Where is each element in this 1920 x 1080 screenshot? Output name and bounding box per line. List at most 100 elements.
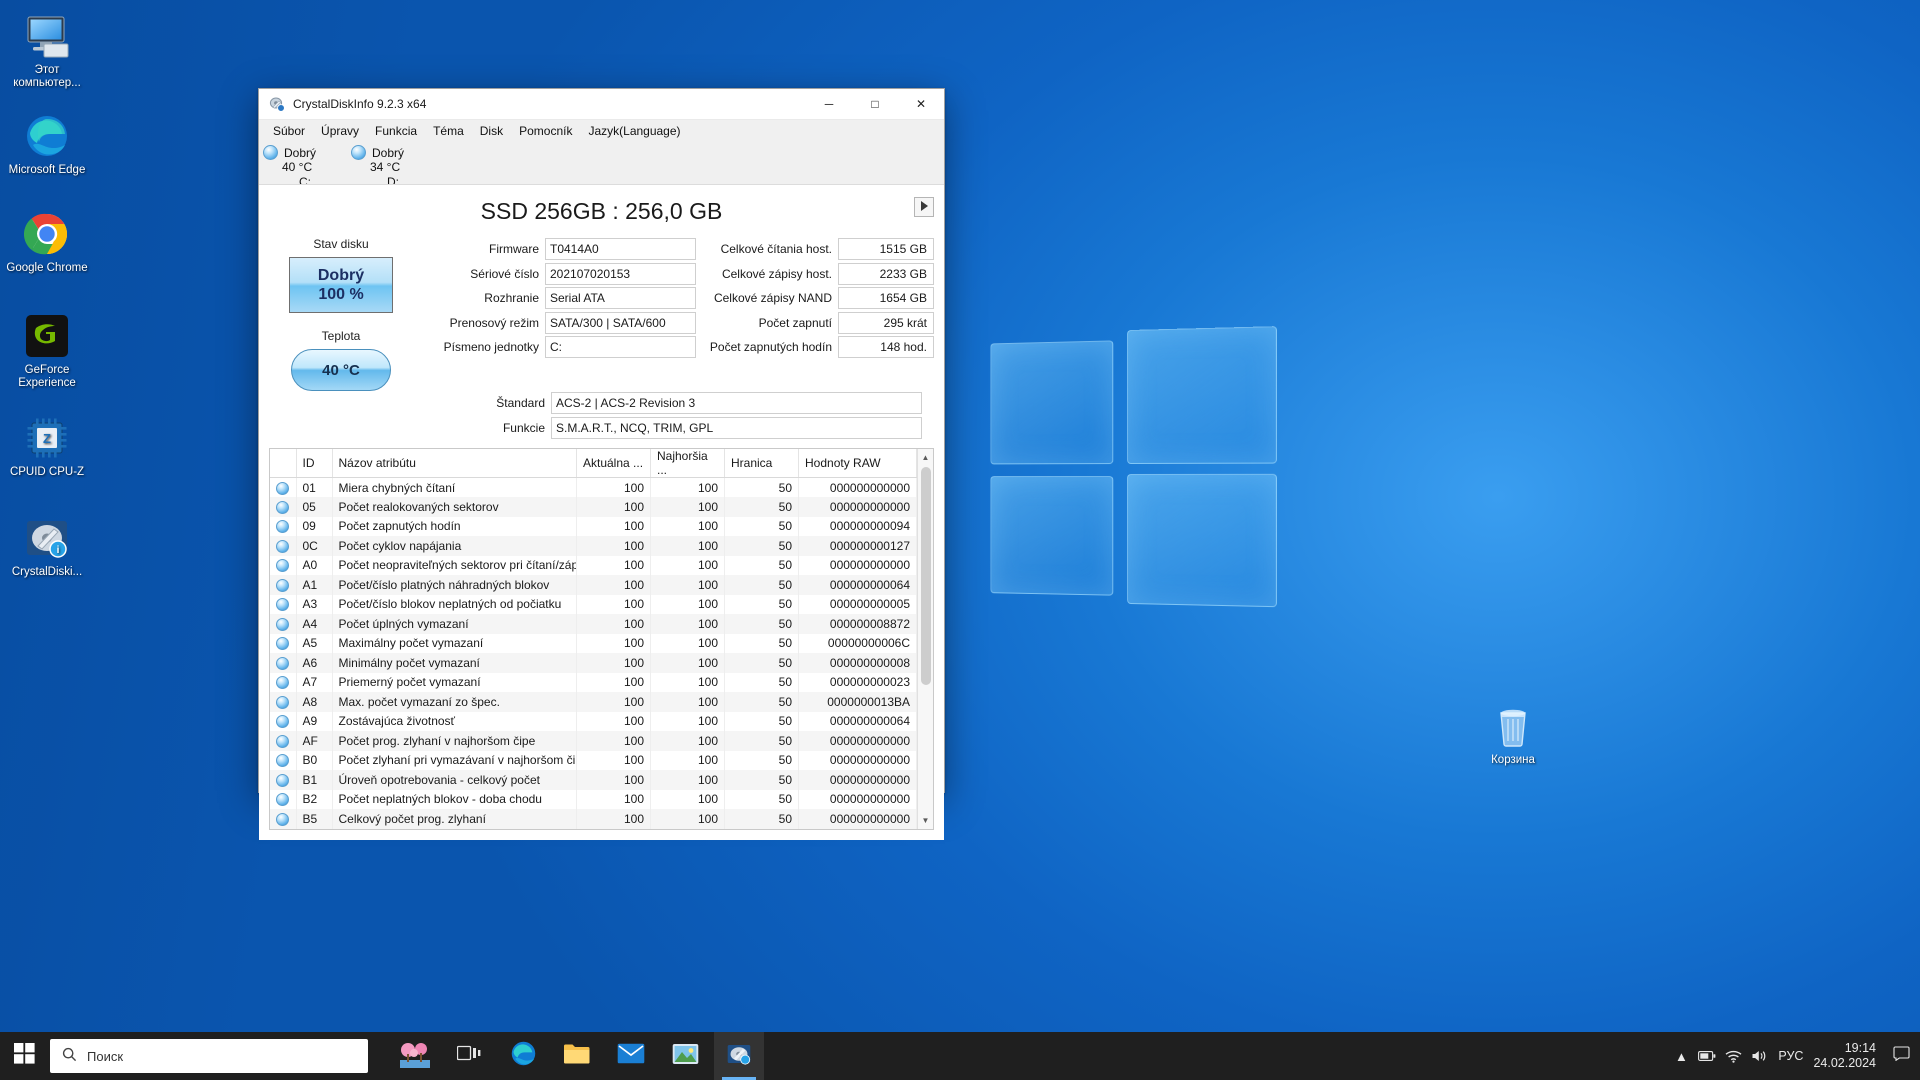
column-header-current[interactable]: Aktuálna ...: [576, 449, 651, 478]
field-serial-number: Sériové číslo 202107020153: [417, 262, 708, 287]
disk-tab-d[interactable]: Dobrý 34 °C D:: [349, 142, 437, 189]
table-row[interactable]: 09 Počet zapnutých hodín 100 100 50 000000000…: [270, 516, 917, 536]
scroll-down-icon[interactable]: ▼: [918, 813, 933, 829]
column-header-raw[interactable]: Hodnoty RAW: [798, 449, 917, 478]
column-header-id[interactable]: ID: [296, 449, 333, 478]
menu-item-upravy[interactable]: Úpravy: [321, 124, 359, 138]
field-value[interactable]: ACS-2 | ACS-2 Revision 3: [551, 392, 922, 415]
field-label: Počet zapnutých hodín: [709, 340, 832, 355]
table-row[interactable]: B0 Počet zlyhaní pri vymazávaní v najhorš…: [270, 750, 917, 770]
column-header-attribute[interactable]: Názov atribútu: [332, 449, 577, 478]
next-disk-button[interactable]: [914, 197, 934, 217]
desktop-icon-microsoft-edge[interactable]: Microsoft Edge: [4, 112, 90, 177]
start-button[interactable]: [0, 1032, 48, 1080]
volume-icon[interactable]: [1746, 1032, 1772, 1080]
maximize-button[interactable]: □: [852, 89, 898, 120]
menu-item-funkcia[interactable]: Funkcia: [375, 124, 417, 138]
table-row[interactable]: 0C Počet cyklov napájania 100 100 50 00000000…: [270, 536, 917, 556]
taskbar-app-photos[interactable]: [660, 1032, 710, 1080]
field-value[interactable]: 202107020153: [545, 262, 696, 285]
desktop-icon-geforce-experience[interactable]: GeForce Experience: [4, 312, 90, 390]
battery-icon[interactable]: [1694, 1032, 1720, 1080]
table-row[interactable]: A9 Zostávajúca životnosť 100 100 50 000000000…: [270, 711, 917, 731]
table-row[interactable]: A6 Minimálny počet vymazaní 100 100 50 000000…: [270, 653, 917, 673]
row-worst-cell: 100: [650, 477, 725, 497]
field-value[interactable]: S.M.A.R.T., NCQ, TRIM, GPL: [551, 416, 922, 439]
menu-item-tema[interactable]: Téma: [433, 124, 464, 138]
desktop-icon-this-pc[interactable]: Этот компьютер...: [4, 12, 90, 90]
field-value[interactable]: 295 krát: [838, 311, 934, 334]
field-value[interactable]: 1515 GB: [838, 238, 934, 261]
table-row[interactable]: B1 Úroveň opotrebovania - celkový počet 10…: [270, 770, 917, 790]
health-status-badge[interactable]: Dobrý 100 %: [289, 257, 393, 313]
health-dot-icon: [276, 481, 290, 495]
desktop-icon-recycle-bin[interactable]: Корзина: [1470, 702, 1556, 767]
field-value[interactable]: 1654 GB: [838, 287, 934, 310]
notification-center-button[interactable]: [1890, 1032, 1912, 1080]
windows-wallpaper-logo: [990, 326, 1277, 634]
table-row[interactable]: B2 Počet neplatných blokov - doba chodu 10…: [270, 789, 917, 809]
column-header-worst[interactable]: Najhoršia ...: [650, 449, 725, 478]
menu-item-pomocnik[interactable]: Pomocník: [519, 124, 572, 138]
field-value[interactable]: 148 hod.: [838, 336, 934, 359]
disk-tab-c[interactable]: Dobrý 40 °C C:: [261, 142, 349, 190]
table-row[interactable]: A7 Priemerný počet vymazaní 100 100 50 000000…: [270, 672, 917, 692]
table-row[interactable]: AF Počet prog. zlyhaní v najhoršom čipe 10…: [270, 731, 917, 751]
table-row[interactable]: A4 Počet úplných vymazaní 100 100 50 00000000…: [270, 614, 917, 634]
taskbar-app-crystaldiskinfo[interactable]: [714, 1032, 764, 1080]
taskbar-app-sakura[interactable]: [390, 1032, 440, 1080]
health-dot-icon: [276, 520, 290, 534]
field-value[interactable]: C:: [545, 336, 696, 359]
edge-icon: [510, 1040, 537, 1072]
field-value[interactable]: T0414A0: [545, 238, 696, 261]
desktop-icon-label: CrystalDiski...: [11, 566, 83, 578]
field-value[interactable]: Serial ATA: [545, 287, 696, 310]
field-label: Písmeno jednotky: [443, 340, 539, 355]
minimize-button[interactable]: ─: [806, 89, 852, 120]
table-row[interactable]: 05 Počet realokovaných sektorov 100 100 50 00…: [270, 497, 917, 517]
table-row[interactable]: A1 Počet/číslo platných náhradných blokov…: [270, 575, 917, 595]
taskbar-task-view[interactable]: [444, 1032, 494, 1080]
menu-item-subor[interactable]: Súbor: [273, 124, 305, 138]
table-row[interactable]: 01 Miera chybných čítaní 100 100 50 000000000…: [270, 477, 917, 497]
field-label: Štandard: [496, 396, 545, 411]
field-value[interactable]: 2233 GB: [838, 262, 934, 285]
taskbar-app-edge[interactable]: [498, 1032, 548, 1080]
health-dot-icon: [276, 578, 290, 592]
health-dot-icon: [263, 145, 278, 160]
table-scrollbar[interactable]: ▲ ▼: [917, 449, 933, 829]
taskbar-app-file-explorer[interactable]: [552, 1032, 602, 1080]
table-row[interactable]: B5 Celkový počet prog. zlyhaní 100 100 50 000…: [270, 809, 917, 829]
column-header-status[interactable]: [270, 449, 297, 478]
tray-chevron-up-icon[interactable]: ▲: [1668, 1032, 1694, 1080]
clock[interactable]: 19:14 24.02.2024: [1813, 1041, 1890, 1071]
scroll-up-icon[interactable]: ▲: [918, 449, 933, 465]
desktop-icon-cpuid-cpu-z[interactable]: Z CPUID CPU-Z: [4, 414, 90, 479]
menu-item-jazyk[interactable]: Jazyk(Language): [588, 124, 680, 138]
menu-item-disk[interactable]: Disk: [480, 124, 503, 138]
taskbar-app-mail[interactable]: [606, 1032, 656, 1080]
row-status-cell: [270, 653, 297, 673]
desktop-icon-crystaldiskinfo[interactable]: i CrystalDiski...: [4, 514, 90, 579]
field-value[interactable]: SATA/300 | SATA/600: [545, 311, 696, 334]
table-row[interactable]: A8 Max. počet vymazaní zo špec. 100 100 50 00…: [270, 692, 917, 712]
row-raw-cell: 00000000006C: [798, 633, 917, 653]
language-indicator[interactable]: РУС: [1772, 1049, 1813, 1063]
menu-bar: Súbor Úpravy Funkcia Téma Disk Pomocník …: [259, 120, 944, 142]
search-box[interactable]: Поиск: [50, 1039, 368, 1073]
desktop-icon-google-chrome[interactable]: Google Chrome: [4, 210, 90, 275]
health-dot-icon: [276, 734, 290, 748]
table-row[interactable]: A3 Počet/číslo blokov neplatných od počia…: [270, 594, 917, 614]
window-titlebar[interactable]: CrystalDiskInfo 9.2.3 x64 ─ □ ✕: [259, 89, 944, 120]
wifi-icon[interactable]: [1720, 1032, 1746, 1080]
table-row[interactable]: A0 Počet neopraviteľných sektorov pri čít…: [270, 555, 917, 575]
column-header-threshold[interactable]: Hranica: [724, 449, 799, 478]
field-label: Počet zapnutí: [758, 315, 832, 330]
table-row[interactable]: A5 Maximálny počet vymazaní 100 100 50 000000…: [270, 633, 917, 653]
close-button[interactable]: ✕: [898, 89, 944, 120]
disk-info-grid: Stav disku Dobrý 100 % Teplota 40 °C Fir…: [259, 237, 944, 391]
scrollbar-thumb[interactable]: [921, 467, 931, 685]
temperature-badge[interactable]: 40 °C: [291, 349, 391, 391]
row-threshold-cell: 50: [724, 770, 799, 790]
show-desktop-button[interactable]: [1912, 1032, 1920, 1080]
